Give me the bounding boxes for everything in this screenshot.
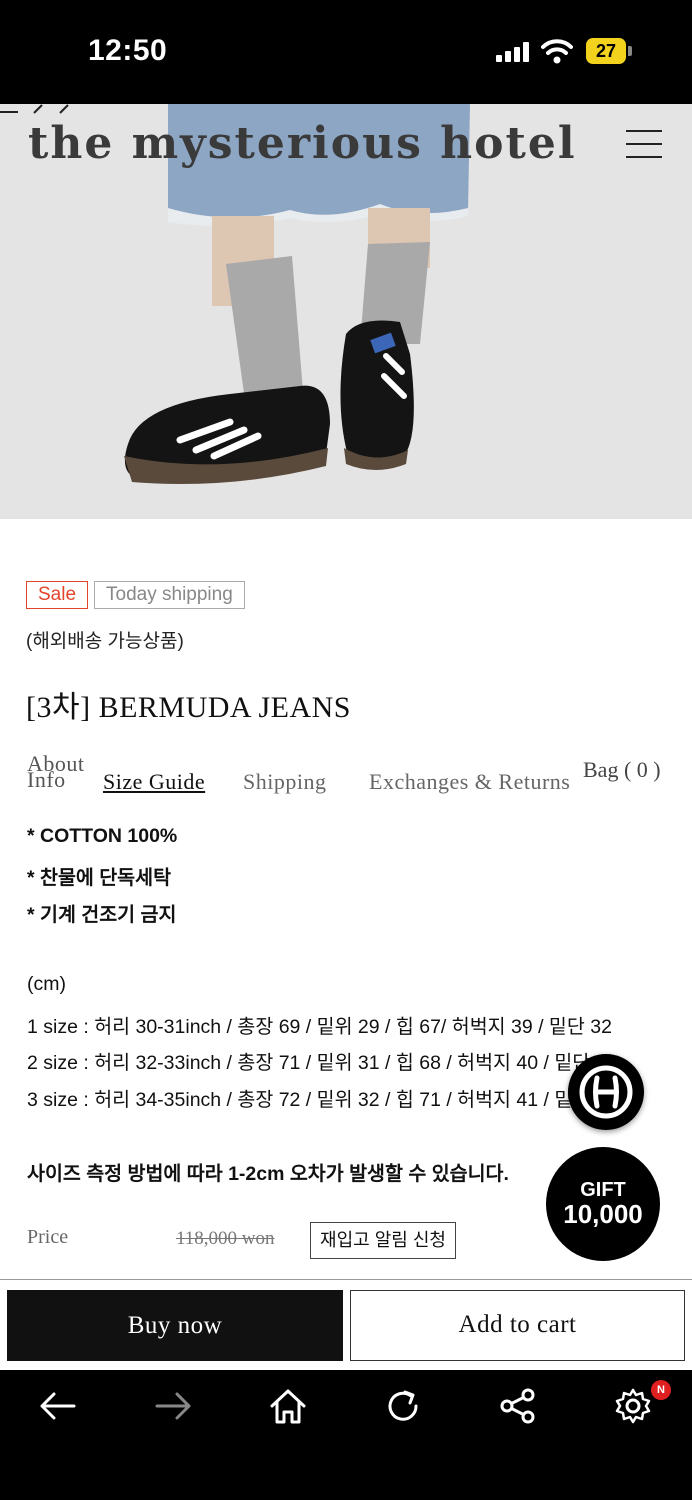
home-icon[interactable] <box>268 1386 308 1426</box>
bag-link[interactable]: Bag ( 0 ) <box>583 757 661 783</box>
brand-logo[interactable]: the mysterious hotel <box>28 118 577 169</box>
original-price: 118,000 won <box>176 1228 275 1249</box>
browser-toolbar <box>0 1370 692 1500</box>
notification-badge: N <box>651 1380 671 1400</box>
sale-badge: Sale <box>26 581 89 609</box>
share-icon[interactable] <box>498 1386 538 1426</box>
price-label: Price <box>27 1226 69 1248</box>
add-to-cart-button[interactable]: Add to cart <box>350 1290 685 1361</box>
gift-amount: 10,000 <box>563 1199 643 1229</box>
unit-line: (cm) <box>27 973 66 995</box>
settings-gear-icon[interactable] <box>613 1386 653 1426</box>
reload-icon[interactable] <box>383 1386 423 1426</box>
measurement-note: 사이즈 측정 방법에 따라 1-2cm 오차가 발생할 수 있습니다. <box>27 1163 509 1185</box>
tab-exchanges-returns[interactable]: Exchanges & Returns <box>369 769 570 795</box>
size-row-1: 1 size : 허리 30-31inch / 총장 69 / 밑위 29 / … <box>27 1016 612 1038</box>
tab-shipping[interactable]: Shipping <box>243 769 326 795</box>
buy-now-button[interactable]: Buy now <box>7 1290 343 1361</box>
dryer-line: * 기계 건조기 금지 <box>27 904 177 926</box>
cellular-signal-icon <box>496 42 529 62</box>
size-row-3: 3 size : 허리 34-35inch / 총장 72 / 밑위 32 / … <box>27 1089 618 1111</box>
product-badges: Sale Today shipping <box>26 581 245 609</box>
product-title: [3차] BERMUDA JEANS <box>26 691 351 724</box>
wifi-icon <box>541 39 573 64</box>
back-arrow-icon[interactable] <box>38 1386 78 1426</box>
menu-icon[interactable] <box>626 130 662 158</box>
tab-about-info[interactable]: About Info <box>27 753 85 791</box>
wash-line: * 찬물에 단독세탁 <box>27 867 172 889</box>
carousel-indicator <box>0 104 69 114</box>
forward-arrow-icon[interactable] <box>153 1386 193 1426</box>
size-row-2: 2 size : 허리 32-33inch / 총장 71 / 밑위 31 / … <box>27 1052 618 1074</box>
gift-coupon-button[interactable]: GIFT 10,000 <box>546 1147 660 1261</box>
brand-floating-button[interactable] <box>568 1054 644 1130</box>
hotel-h-icon <box>579 1065 633 1119</box>
material-line: * COTTON 100% <box>27 825 178 847</box>
restock-notify-button[interactable]: 재입고 알림 신청 <box>310 1222 456 1259</box>
tab-size-guide[interactable]: Size Guide <box>103 769 205 795</box>
product-image-carousel[interactable]: the mysterious hotel <box>0 104 692 519</box>
today-shipping-badge: Today shipping <box>94 581 245 609</box>
divider <box>0 1279 692 1280</box>
battery-indicator: 27 <box>586 38 626 64</box>
status-time: 12:50 <box>88 34 168 67</box>
battery-tip <box>628 46 632 56</box>
overseas-shipping-note: (해외배송 가능상품) <box>26 631 184 652</box>
status-bar: 12:50 27 <box>0 0 692 104</box>
